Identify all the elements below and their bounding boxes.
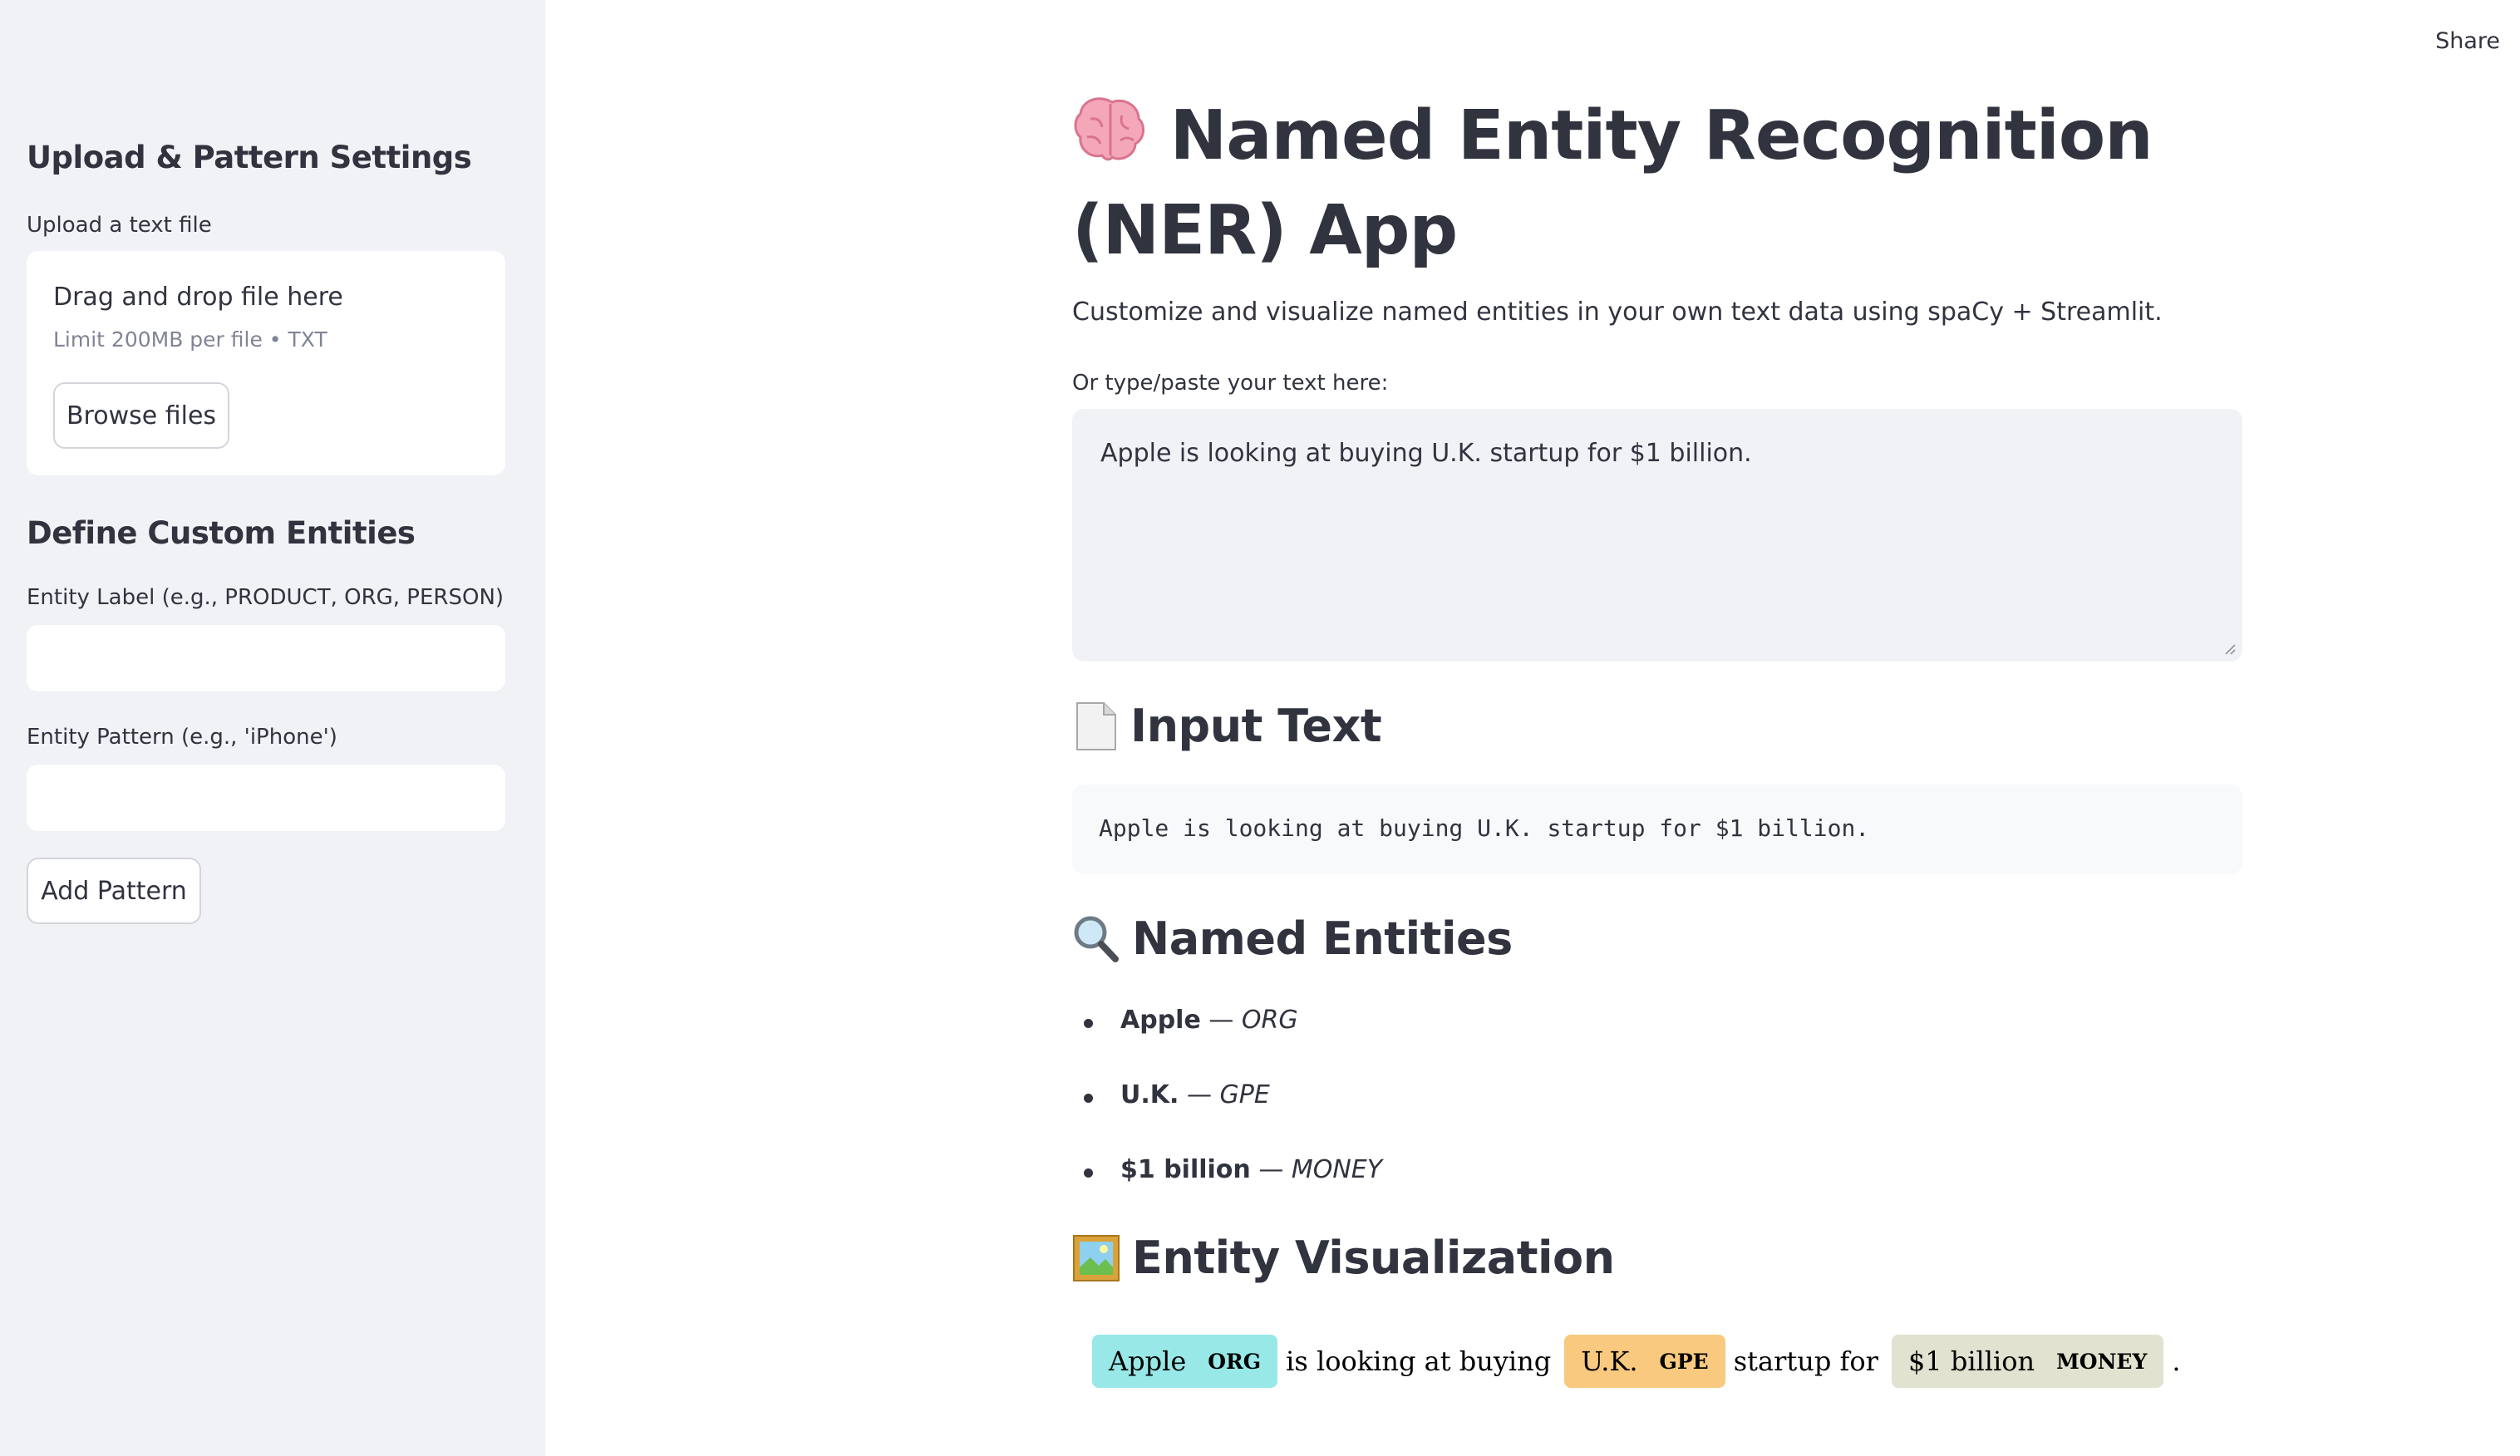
text-input-area[interactable]: Apple is looking at buying U.K. startup …: [1072, 409, 2242, 662]
file-dropzone[interactable]: Drag and drop file here Limit 200MB per …: [27, 251, 505, 475]
entity-visualization: Apple ORG is looking at buying U.K. GPE …: [1092, 1335, 2194, 1388]
upload-label: Upload a text file: [27, 213, 212, 238]
entity-label-label: Entity Label (e.g., PRODUCT, ORG, PERSON…: [27, 585, 504, 610]
entity-type: ORG: [1241, 1006, 1298, 1035]
named-entities-title: Named Entities: [1132, 912, 1513, 965]
entity-mark-gpe: U.K. GPE: [1564, 1335, 1725, 1388]
plain-text: is looking at buying: [1286, 1345, 1552, 1377]
picture-frame-icon: [1073, 1234, 1120, 1281]
entity-visualization-heading: Entity Visualization: [1072, 1232, 1615, 1284]
entity-label-input[interactable]: [27, 625, 505, 691]
input-text-heading: Input Text: [1072, 700, 1382, 752]
entity-pattern-input[interactable]: [27, 765, 505, 831]
resize-handle-icon[interactable]: [2224, 643, 2236, 655]
entity-mark-label: ORG: [1208, 1349, 1262, 1374]
dropzone-limit: Limit 200MB per file • TXT: [53, 327, 327, 352]
page-caption: Customize and visualize named entities i…: [1072, 298, 2163, 327]
entity-visualization-title: Entity Visualization: [1132, 1232, 1615, 1284]
page-title: Named Entity Recognition (NER) App: [1072, 91, 2277, 276]
entity-mark-org: Apple ORG: [1092, 1335, 1278, 1388]
entity-text: $1 billion: [1120, 1155, 1251, 1184]
upload-settings-heading: Upload & Pattern Settings: [27, 140, 472, 175]
add-pattern-button[interactable]: Add Pattern: [27, 858, 201, 924]
entity-mark-text: Apple: [1109, 1345, 1187, 1377]
input-text-title: Input Text: [1130, 700, 1382, 752]
entity-text: Apple: [1120, 1006, 1201, 1035]
custom-entities-heading: Define Custom Entities: [27, 515, 416, 551]
textarea-value: Apple is looking at buying U.K. startup …: [1100, 439, 1752, 468]
plain-text: startup for: [1733, 1345, 1878, 1377]
page-icon: [1076, 701, 1116, 750]
list-item: U.K. — GPE: [1080, 1080, 1382, 1155]
sidebar: Upload & Pattern Settings Upload a text …: [0, 0, 545, 1456]
entity-mark-money: $1 billion MONEY: [1891, 1335, 2164, 1388]
browse-files-button[interactable]: Browse files: [53, 382, 229, 449]
list-item: Apple — ORG: [1080, 1006, 1382, 1080]
entity-separator: —: [1250, 1155, 1292, 1184]
entity-type: GPE: [1219, 1080, 1270, 1109]
entity-mark-text: U.K.: [1581, 1345, 1638, 1377]
page-title-text: Named Entity Recognition (NER) App: [1072, 96, 2153, 271]
named-entities-heading: Named Entities: [1072, 912, 1513, 965]
textarea-label: Or type/paste your text here:: [1072, 371, 1389, 396]
entity-type: MONEY: [1291, 1155, 1383, 1184]
entity-separator: —: [1200, 1006, 1242, 1035]
dropzone-title: Drag and drop file here: [53, 283, 343, 312]
entity-pattern-label: Entity Pattern (e.g., 'iPhone'): [27, 725, 337, 750]
plain-text: .: [2172, 1345, 2181, 1377]
entity-mark-label: MONEY: [2056, 1349, 2148, 1374]
entity-text: U.K.: [1120, 1080, 1179, 1109]
entity-separator: —: [1179, 1080, 1220, 1109]
magnifier-icon: [1074, 916, 1119, 962]
entity-list: Apple — ORG U.K. — GPE $1 billion — MONE…: [1080, 1006, 1382, 1230]
entity-mark-text: $1 billion: [1907, 1345, 2035, 1377]
entity-mark-label: GPE: [1659, 1349, 1709, 1374]
input-text-code: Apple is looking at buying U.K. startup …: [1072, 785, 2242, 874]
list-item: $1 billion — MONEY: [1080, 1155, 1382, 1230]
brain-icon: [1072, 94, 1147, 186]
share-button[interactable]: Share: [2435, 28, 2500, 54]
